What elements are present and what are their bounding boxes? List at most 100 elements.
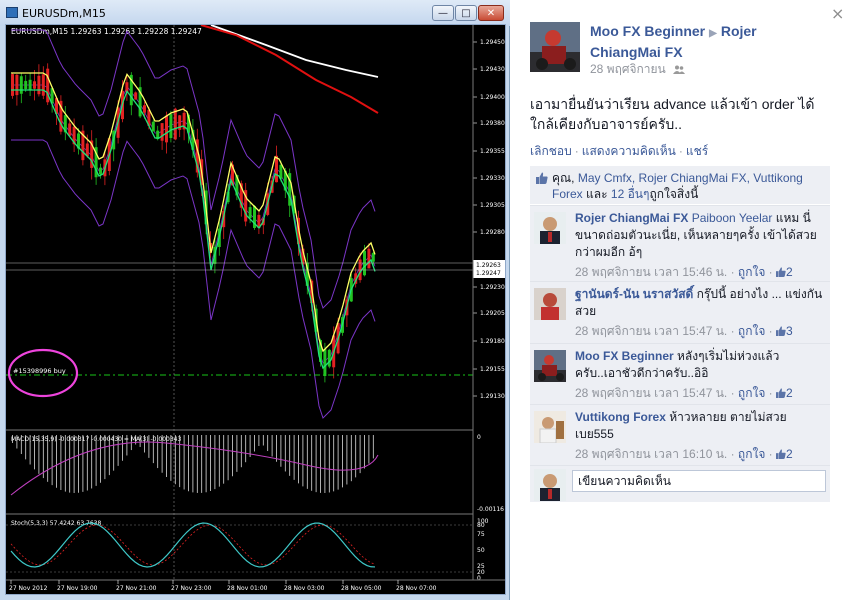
ma-yellow-line	[11, 72, 376, 353]
comment-time[interactable]: 28 พฤศจิกายน เวลา 15:46 น.	[575, 265, 727, 279]
candle-body	[143, 105, 146, 113]
close-window-button[interactable]: ✕	[478, 5, 504, 21]
commenter-avatar[interactable]	[534, 350, 566, 382]
commenter-avatar[interactable]	[534, 411, 566, 443]
price-tick-label: 1.29130	[480, 393, 505, 400]
price-tick-label: 1.29305	[480, 202, 505, 209]
commenter-avatar[interactable]	[534, 288, 566, 320]
bid-label-1: 1.29263	[476, 262, 501, 269]
candle-body	[327, 349, 331, 367]
time-tick-label: 27 Nov 2012	[9, 585, 48, 592]
moving-averages	[11, 24, 379, 370]
time-tick-label: 28 Nov 05:00	[341, 585, 382, 592]
unlike-link[interactable]: เลิกชอบ	[530, 144, 572, 158]
commenter-name[interactable]: Vuttikong Forex	[575, 410, 666, 424]
window-titlebar[interactable]: EURUSDm,M15 — □ ✕	[0, 0, 510, 26]
comment-like-count[interactable]: 3	[786, 324, 793, 338]
time-tick-label: 27 Nov 19:00	[57, 585, 98, 592]
candle-body	[169, 114, 173, 139]
ma-red-line	[200, 24, 379, 114]
comment-input[interactable]	[572, 470, 826, 492]
commenter-name[interactable]: ฐานันดร์-นัน นราสวัสดิ์	[575, 287, 693, 301]
commenter-avatar[interactable]	[534, 212, 566, 244]
comment-like-link[interactable]: ถูกใจ	[738, 386, 765, 400]
post-timestamp[interactable]: 28 พฤศจิกายน	[590, 60, 686, 79]
candle-body	[41, 74, 45, 96]
post-header: Moo FX Beginner ▶ Rojer ChiangMai FX	[590, 22, 820, 61]
price-tick-label: 1.29450	[480, 39, 505, 46]
candle-body	[275, 155, 278, 183]
symbol-label: EURUSDm,M15 1.29263 1.29263 1.29228 1.29…	[11, 27, 202, 36]
time-tick-label: 27 Nov 23:00	[171, 585, 212, 592]
candle-body	[151, 121, 155, 132]
price-tick-label: 1.29205	[480, 310, 505, 317]
candlesticks	[11, 63, 375, 383]
comment-like-link[interactable]: ถูกใจ	[738, 447, 765, 461]
mention-link[interactable]: Paiboon Yeelar	[692, 211, 773, 225]
comment-time[interactable]: 28 พฤศจิกายน เวลา 15:47 น.	[575, 324, 727, 338]
macd-signal-line	[10, 441, 379, 496]
comment-item: Moo FX Beginner หลังๆเริ่มไม่ห่วงแล้วครั…	[530, 343, 830, 404]
comment-like-count[interactable]: 2	[786, 265, 793, 279]
post-message: เอามายื่นยันว่าเรียน advance แล้วเข้า or…	[530, 96, 815, 132]
likes-others-link[interactable]: 12 อื่นๆ	[611, 187, 650, 201]
comment-item: ฐานันดร์-นัน นราสวัสดิ์ กรุ๊ปนี้ อย่างไง…	[530, 281, 830, 343]
likes-summary: คุณ, May Cmfx, Rojer ChiangMai FX, Vutti…	[530, 166, 830, 204]
write-comment-row	[530, 465, 830, 502]
comment-like-link[interactable]: ถูกใจ	[738, 265, 765, 279]
chart-app-icon	[6, 7, 18, 18]
candle-body	[28, 79, 32, 91]
minimize-button[interactable]: —	[432, 5, 454, 21]
comment-like-link[interactable]: ถูกใจ	[738, 324, 765, 338]
chart-canvas[interactable]: EURUSDm,M15 1.29263 1.29263 1.29228 1.29…	[6, 24, 505, 594]
stoch-main-line	[10, 522, 376, 568]
comment-like-count[interactable]: 2	[786, 386, 793, 400]
commenter-name[interactable]: Rojer ChiangMai FX	[575, 211, 688, 225]
stoch-tick-label: 50	[477, 547, 485, 554]
macd-histogram	[10, 435, 379, 496]
poster-avatar[interactable]	[530, 22, 580, 72]
commenter-name[interactable]: Moo FX Beginner	[575, 349, 674, 363]
liker-link-2[interactable]: Rojer ChiangMai FX,	[639, 171, 750, 185]
stoch-tick-label: 0	[477, 575, 481, 582]
time-tick-label: 28 Nov 07:00	[396, 585, 437, 592]
candle-body	[11, 74, 14, 96]
metatrader-window: EURUSDm,M15 — □ ✕ EURUSDm,M15 1.29263 1.…	[0, 0, 510, 600]
stoch-signal-line	[10, 524, 376, 566]
comment-link[interactable]: แสดงความคิดเห็น	[582, 144, 676, 158]
candle-body	[248, 207, 252, 219]
macd-tick-1: -0.00116	[477, 506, 504, 513]
post-date[interactable]: 28 พฤศจิกายน	[590, 62, 666, 76]
upper-band	[11, 29, 376, 309]
liker-link-1[interactable]: May Cmfx,	[578, 171, 635, 185]
macd-tick-0: 0	[477, 434, 481, 441]
comment-time[interactable]: 28 พฤศจิกายน เวลา 16:10 น.	[575, 447, 727, 461]
ma-white-line	[210, 24, 379, 78]
likes-tail: ถูกใจสิ่งนี้	[649, 187, 699, 201]
share-link[interactable]: แชร์	[686, 144, 708, 158]
window-title: EURUSDm,M15	[22, 7, 106, 20]
separator-dot: ·	[574, 144, 579, 158]
post-actions: เลิกชอบ · แสดงความคิดเห็น · แชร์	[530, 142, 708, 161]
friends-icon[interactable]	[673, 65, 686, 75]
candle-body	[160, 123, 164, 141]
current-user-avatar	[534, 469, 566, 501]
time-tick-label: 28 Nov 03:00	[284, 585, 325, 592]
price-chart[interactable]: EURUSDm,M15 1.29263 1.29263 1.29228 1.29…	[5, 24, 506, 595]
close-photo-viewer-button[interactable]: ×	[831, 4, 844, 23]
comment-item: Rojer ChiangMai FX Paiboon Yeelar แหม นี…	[530, 205, 830, 281]
poster-name-link[interactable]: Moo FX Beginner	[590, 23, 705, 39]
bid-label-2: 1.29247	[476, 270, 501, 277]
maximize-button[interactable]: □	[455, 5, 477, 21]
arrow-right-icon: ▶	[709, 28, 717, 39]
comment-time[interactable]: 28 พฤศจิกายน เวลา 15:47 น.	[575, 386, 727, 400]
like-count-icon	[776, 449, 786, 459]
comment-like-count[interactable]: 2	[786, 447, 793, 461]
candle-body	[24, 80, 28, 90]
time-tick-label: 27 Nov 21:00	[116, 585, 157, 592]
like-count-icon	[776, 267, 786, 277]
price-tick-label: 1.29430	[480, 66, 505, 73]
candle-body	[134, 92, 138, 100]
candle-body	[99, 167, 102, 175]
stoch-tick-label: 75	[477, 531, 485, 538]
